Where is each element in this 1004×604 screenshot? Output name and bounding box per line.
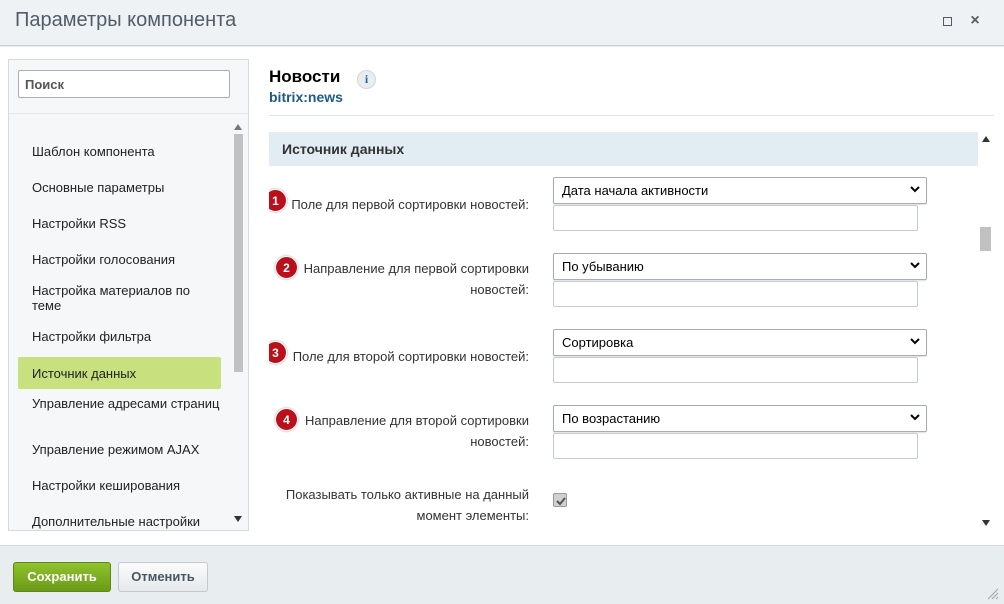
sidebar-item-additional[interactable]: Дополнительные настройки	[18, 514, 221, 529]
sidebar-item-url[interactable]: Управление адресами страниц	[18, 396, 221, 411]
number-badge: 1	[269, 189, 287, 212]
sidebar-item-template[interactable]: Шаблон компонента	[18, 144, 221, 159]
sidebar-item-voting[interactable]: Настройки голосования	[18, 252, 221, 267]
section-header: Источник данных	[269, 132, 978, 166]
maximize-icon[interactable]	[939, 13, 955, 29]
scroll-up-icon[interactable]	[234, 124, 242, 130]
component-code: bitrix:news	[269, 89, 343, 105]
chevron-down-icon	[910, 186, 920, 193]
sort-field-2-custom-input[interactable]	[553, 357, 918, 383]
dialog-content: Шаблон компонента Основные параметры Нас…	[0, 47, 1004, 545]
sidebar-item-basic[interactable]: Основные параметры	[18, 180, 221, 195]
sidebar: Шаблон компонента Основные параметры Нас…	[8, 59, 249, 531]
select-value: Сортировка	[562, 335, 634, 350]
dialog-footer: Сохранить Отменить	[0, 545, 1004, 604]
sort-field-1-select[interactable]: Дата начала активности	[553, 177, 927, 204]
scroll-thumb[interactable]	[234, 134, 243, 372]
header-divider	[269, 115, 994, 116]
search-input[interactable]	[18, 70, 230, 98]
sort-order-1-select[interactable]: По убыванию	[553, 253, 927, 280]
scroll-down-icon[interactable]	[982, 520, 990, 526]
chevron-down-icon	[910, 414, 920, 421]
sort-field-2-select[interactable]: Сортировка	[553, 329, 927, 356]
field-label: Показывать только активные на данный мом…	[285, 487, 529, 523]
chevron-down-icon	[910, 262, 920, 269]
dialog-titlebar: Параметры компонента ×	[0, 0, 1004, 46]
parameters-panel: Источник данных 1 Поле для первой сортир…	[269, 132, 978, 528]
field-label: Направление для второй сортировки новост…	[305, 413, 529, 449]
sidebar-item-data-source[interactable]: Источник данных	[18, 357, 221, 389]
chevron-down-icon	[910, 338, 920, 345]
sort-order-2-custom-input[interactable]	[553, 433, 918, 459]
sidebar-scrollbar[interactable]	[232, 120, 245, 528]
resize-handle-icon[interactable]	[985, 586, 999, 600]
info-icon[interactable]: i	[357, 70, 376, 89]
field-label: Поле для первой сортировки новостей:	[291, 197, 529, 212]
sidebar-divider	[9, 113, 248, 114]
sidebar-item-rss[interactable]: Настройки RSS	[18, 216, 221, 231]
component-title: Новости	[269, 67, 341, 86]
checkmark-icon	[556, 497, 566, 506]
select-value: По убыванию	[562, 259, 644, 274]
sort-order-2-select[interactable]: По возрастанию	[553, 405, 927, 432]
dialog-title: Параметры компонента	[15, 9, 237, 31]
sidebar-item-cache[interactable]: Настройки кеширования	[18, 478, 221, 493]
save-button[interactable]: Сохранить	[13, 562, 111, 592]
close-icon[interactable]: ×	[967, 13, 983, 29]
select-value: По возрастанию	[562, 411, 661, 426]
number-badge: 3	[269, 341, 287, 364]
active-only-checkbox[interactable]	[553, 493, 567, 507]
sidebar-item-related[interactable]: Настройка материалов по теме	[18, 283, 221, 313]
sort-field-1-custom-input[interactable]	[553, 205, 918, 231]
sidebar-item-ajax[interactable]: Управление режимом AJAX	[18, 442, 221, 457]
scroll-thumb[interactable]	[980, 227, 991, 251]
panel-scrollbar[interactable]	[979, 132, 992, 528]
scroll-up-icon[interactable]	[982, 136, 990, 142]
scroll-down-icon[interactable]	[234, 516, 242, 522]
cancel-button[interactable]: Отменить	[118, 562, 208, 592]
sidebar-item-filter[interactable]: Настройки фильтра	[18, 329, 221, 344]
select-value: Дата начала активности	[562, 183, 709, 198]
field-label: Направление для первой сортировки новост…	[303, 261, 529, 297]
field-label: Поле для второй сортировки новостей:	[292, 349, 529, 364]
sort-order-1-custom-input[interactable]	[553, 281, 918, 307]
